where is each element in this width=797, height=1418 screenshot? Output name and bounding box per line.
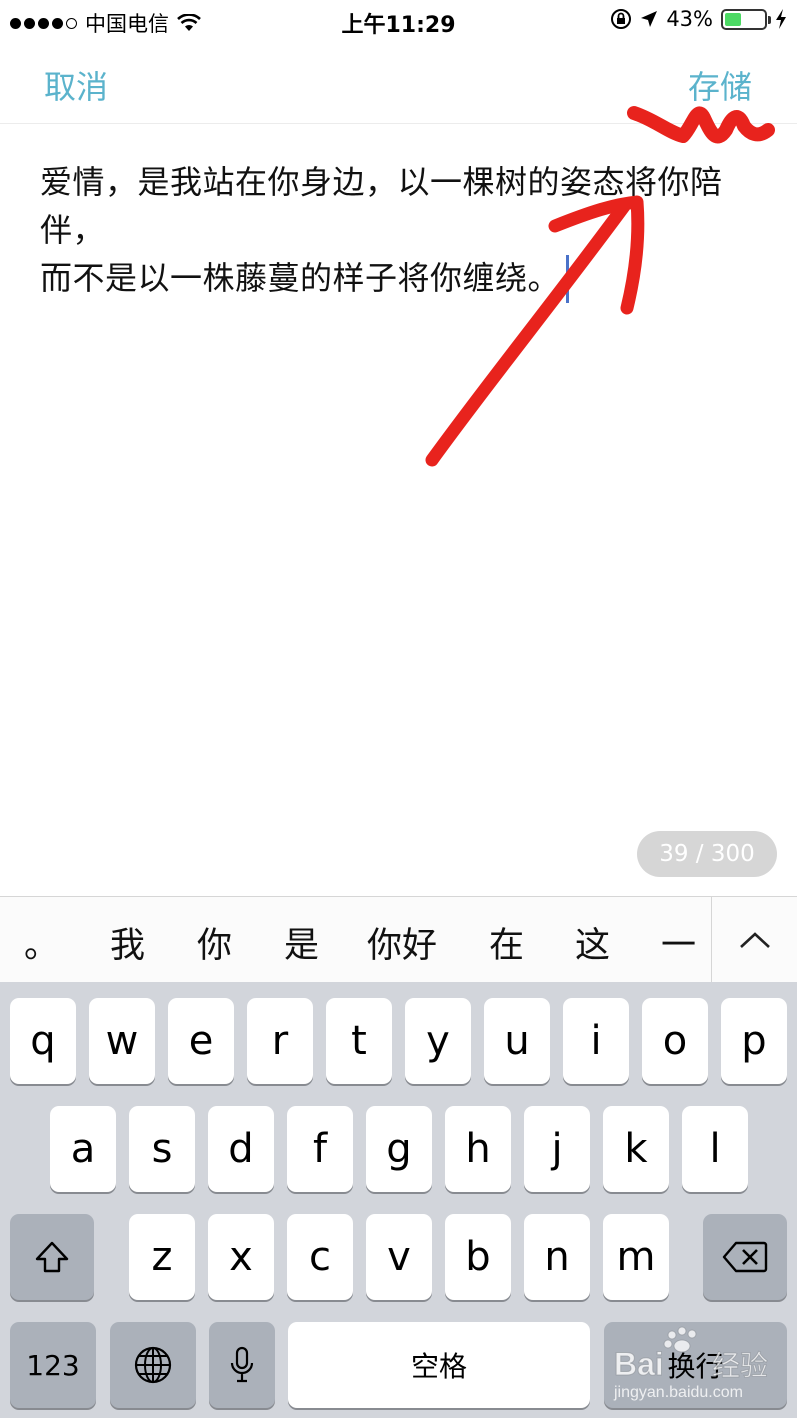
- candidate-item[interactable]: 你: [197, 917, 232, 968]
- key-letter[interactable]: a: [50, 1106, 116, 1192]
- backspace-icon: [722, 1241, 768, 1273]
- numbers-key[interactable]: 123: [10, 1322, 96, 1408]
- battery-level-fill: [725, 12, 742, 26]
- key-letter[interactable]: g: [366, 1106, 432, 1192]
- candidate-item[interactable]: 在: [489, 917, 524, 968]
- key-letter[interactable]: d: [208, 1106, 274, 1192]
- candidate-item[interactable]: 我: [110, 917, 145, 968]
- key-letter[interactable]: l: [682, 1106, 748, 1192]
- status-bar-right: 43%: [610, 7, 787, 31]
- key-letter[interactable]: u: [484, 998, 550, 1084]
- key-letter[interactable]: w: [89, 998, 155, 1084]
- globe-key[interactable]: [110, 1322, 196, 1408]
- key-letter[interactable]: m: [603, 1214, 669, 1300]
- delete-key[interactable]: [703, 1214, 787, 1300]
- candidate-item[interactable]: 是: [284, 917, 319, 968]
- key-letter[interactable]: o: [642, 998, 708, 1084]
- key-letter[interactable]: s: [129, 1106, 195, 1192]
- location-icon: [641, 11, 658, 27]
- key-letter[interactable]: q: [10, 998, 76, 1084]
- expand-candidates-button[interactable]: [711, 897, 797, 983]
- key-letter[interactable]: k: [603, 1106, 669, 1192]
- shift-key[interactable]: [10, 1214, 94, 1300]
- text-line-2-content: 而不是以一株藤蔓的样子将你缠绕。: [40, 259, 561, 297]
- key-letter[interactable]: t: [326, 998, 392, 1084]
- status-bar: 中国电信 上午11:29 43%: [0, 0, 797, 40]
- globe-icon: [134, 1346, 172, 1384]
- key-letter[interactable]: p: [721, 998, 787, 1084]
- text-line-2: 而不是以一株藤蔓的样子将你缠绕。: [40, 254, 770, 303]
- candidate-item[interactable]: 。: [24, 917, 59, 968]
- screen: { "status_bar": { "carrier": "中国电信", "ti…: [0, 0, 797, 1418]
- keyboard: q w e r t y u i o p a s d f g h j k l z …: [0, 982, 797, 1418]
- return-key[interactable]: 换行: [604, 1322, 787, 1408]
- key-letter[interactable]: e: [168, 998, 234, 1084]
- key-letter[interactable]: h: [445, 1106, 511, 1192]
- microphone-icon: [230, 1346, 254, 1383]
- key-letter[interactable]: x: [208, 1214, 274, 1300]
- nav-bar: 取消 存储: [0, 40, 797, 124]
- key-letter[interactable]: z: [129, 1214, 195, 1300]
- candidate-item[interactable]: 一: [661, 917, 696, 968]
- key-letter[interactable]: j: [524, 1106, 590, 1192]
- character-counter: 39 / 300: [637, 831, 777, 877]
- candidate-item[interactable]: 这: [575, 917, 610, 968]
- text-cursor: [566, 255, 570, 303]
- shift-arrow-icon: [35, 1241, 69, 1273]
- key-letter[interactable]: b: [445, 1214, 511, 1300]
- key-letter[interactable]: n: [524, 1214, 590, 1300]
- cancel-button[interactable]: 取消: [44, 62, 108, 108]
- battery-icon: [721, 8, 771, 30]
- key-letter[interactable]: f: [287, 1106, 353, 1192]
- save-button[interactable]: 存储: [688, 62, 752, 108]
- key-letter[interactable]: c: [287, 1214, 353, 1300]
- text-line-1: 爱情，是我站在你身边，以一棵树的姿态将你陪伴，: [40, 163, 723, 249]
- candidate-item[interactable]: 你好: [367, 917, 437, 968]
- chevron-up-icon: [739, 932, 770, 948]
- candidate-bar: 。 我 你 是 你好 在 这 一: [0, 896, 797, 983]
- note-text-area[interactable]: 爱情，是我站在你身边，以一棵树的姿态将你陪伴， 而不是以一株藤蔓的样子将你缠绕。: [40, 158, 770, 303]
- key-letter[interactable]: y: [405, 998, 471, 1084]
- key-letter[interactable]: v: [366, 1214, 432, 1300]
- charging-icon: [776, 9, 786, 29]
- key-letter[interactable]: i: [563, 998, 629, 1084]
- space-key[interactable]: 空格: [288, 1322, 590, 1408]
- key-letter[interactable]: r: [247, 998, 313, 1084]
- orientation-lock-icon: [611, 9, 632, 29]
- dictation-key[interactable]: [209, 1322, 275, 1408]
- battery-percent: 43%: [666, 7, 713, 31]
